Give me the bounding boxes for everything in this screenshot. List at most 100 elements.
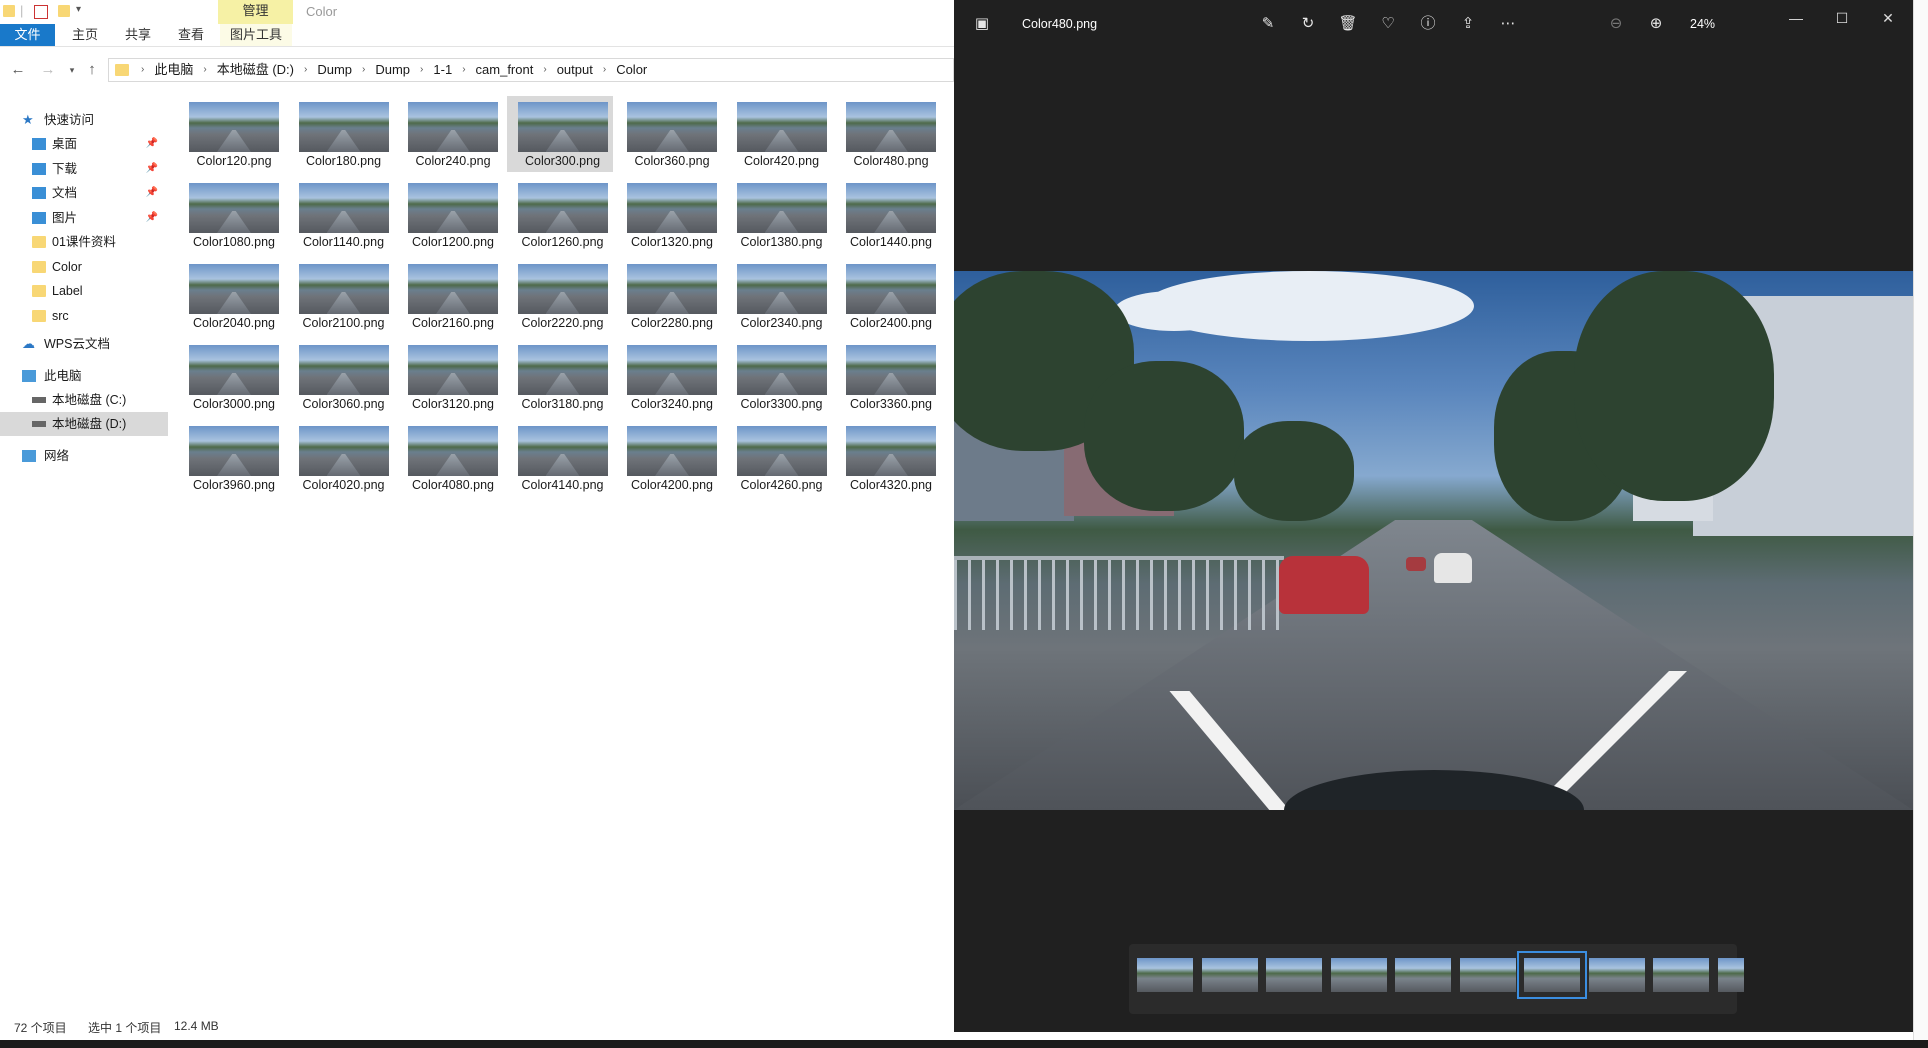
filmstrip-thumbnail[interactable] (1588, 958, 1645, 992)
file-thumbnail[interactable]: Color3180.png (507, 339, 613, 415)
tab-picture-tools[interactable]: 图片工具 (220, 24, 293, 46)
file-thumbnail[interactable]: Color1080.png (178, 177, 284, 253)
up-arrow-icon[interactable]: ↑ (82, 60, 102, 80)
nav-quick-item[interactable]: Color (0, 255, 168, 279)
zoom-in-icon[interactable]: ⊕ (1646, 14, 1666, 34)
file-thumbnail[interactable]: Color4320.png (835, 420, 941, 496)
file-thumbnail[interactable]: Color120.png (178, 96, 284, 172)
file-thumbnail[interactable]: Color4260.png (726, 420, 832, 496)
nav-quick-item[interactable]: 01课件资料 (0, 230, 168, 254)
tab-view[interactable]: 查看 (178, 24, 204, 46)
file-thumbnail[interactable]: Color3060.png (288, 339, 394, 415)
image-icon[interactable]: ▣ (972, 14, 992, 34)
file-thumbnail[interactable]: Color2280.png (616, 258, 722, 334)
breadcrumb-item[interactable]: Dump (311, 59, 358, 81)
recent-chevron-icon[interactable]: ▾ (62, 60, 82, 80)
file-thumbnail[interactable]: Color3000.png (178, 339, 284, 415)
breadcrumb-item[interactable]: Color (610, 59, 653, 81)
info-icon[interactable]: ⓘ (1418, 14, 1438, 34)
nav-drive-d[interactable]: 本地磁盘 (D:) (0, 412, 168, 436)
edit-icon[interactable]: ✎ (1258, 14, 1278, 34)
pin-icon[interactable]: 📌 (146, 206, 158, 230)
breadcrumb-separator-icon[interactable]: › (416, 59, 427, 81)
file-thumbnail[interactable]: Color420.png (726, 96, 832, 172)
minimize-button[interactable]: — (1784, 8, 1808, 28)
address-bar[interactable]: › 此电脑 › 本地磁盘 (D:) › Dump › Dump › 1-1 › cam_front › o… (108, 58, 954, 82)
rotate-icon[interactable]: ↻ (1298, 14, 1318, 34)
back-arrow-icon[interactable]: ← (8, 60, 28, 80)
breadcrumb-separator-icon[interactable]: › (539, 59, 550, 81)
tab-manage[interactable]: 管理 (218, 0, 293, 24)
breadcrumb-separator-icon[interactable]: › (137, 59, 148, 81)
file-thumbnail[interactable]: Color300.png (506, 96, 613, 172)
file-thumbnail[interactable]: Color3960.png (178, 420, 284, 496)
file-thumbnail[interactable]: Color3240.png (616, 339, 722, 415)
file-thumbnail[interactable]: Color4140.png (507, 420, 613, 496)
nav-quick-item[interactable]: 下载 📌 (0, 157, 168, 181)
favorite-icon[interactable]: ♡ (1378, 14, 1398, 34)
delete-icon[interactable]: 🗑 (1338, 14, 1358, 34)
close-button[interactable]: ✕ (1876, 8, 1900, 28)
file-thumbnail[interactable]: Color2100.png (288, 258, 394, 334)
filmstrip-thumbnail[interactable] (1717, 958, 1744, 992)
file-thumbnail[interactable]: Color3120.png (397, 339, 503, 415)
file-thumbnail[interactable]: Color4200.png (616, 420, 722, 496)
tab-file[interactable]: 文件 (0, 24, 55, 46)
file-thumbnail[interactable]: Color4080.png (397, 420, 503, 496)
filmstrip-thumbnail[interactable] (1330, 958, 1387, 992)
file-thumbnail[interactable]: Color2220.png (507, 258, 613, 334)
share-icon[interactable]: ⇪ (1458, 14, 1478, 34)
file-thumbnail[interactable]: Color180.png (288, 96, 394, 172)
file-thumbnail[interactable]: Color360.png (616, 96, 722, 172)
pin-icon[interactable]: 📌 (146, 132, 158, 156)
pin-icon[interactable]: 📌 (146, 181, 158, 205)
filmstrip-thumbnail[interactable] (1137, 958, 1193, 992)
zoom-out-icon[interactable]: ⊖ (1606, 14, 1626, 34)
file-thumbnail[interactable]: Color2340.png (726, 258, 832, 334)
new-folder-icon[interactable] (58, 5, 70, 17)
zoom-level[interactable]: 24% (1690, 17, 1715, 31)
file-thumbnail[interactable]: Color1380.png (726, 177, 832, 253)
properties-icon[interactable] (34, 5, 48, 19)
nav-this-pc[interactable]: 此电脑 (0, 364, 168, 388)
nav-quick-item[interactable]: 图片 📌 (0, 206, 168, 230)
filmstrip-thumbnail[interactable] (1517, 951, 1587, 999)
breadcrumb-separator-icon[interactable]: › (458, 59, 469, 81)
file-thumbnail[interactable]: Color2400.png (835, 258, 941, 334)
file-thumbnail[interactable]: Color1260.png (507, 177, 613, 253)
nav-quick-item[interactable]: 桌面 📌 (0, 132, 168, 156)
nav-quick-item[interactable]: 文档 📌 (0, 181, 168, 205)
nav-wps-cloud[interactable]: ☁ WPS云文档 (0, 332, 168, 356)
breadcrumb-item[interactable]: output (551, 59, 599, 81)
filmstrip-thumbnail[interactable] (1395, 958, 1451, 992)
nav-network[interactable]: 网络 (0, 444, 168, 468)
breadcrumb-separator-icon[interactable]: › (199, 59, 210, 81)
tab-share[interactable]: 共享 (125, 24, 151, 46)
nav-drive-c[interactable]: 本地磁盘 (C:) (0, 388, 168, 412)
file-thumbnail[interactable]: Color480.png (835, 96, 941, 172)
filmstrip-thumbnail[interactable] (1653, 958, 1709, 992)
breadcrumb-item[interactable]: Dump (369, 59, 416, 81)
tab-home[interactable]: 主页 (72, 24, 98, 46)
file-thumbnail[interactable]: Color240.png (397, 96, 503, 172)
file-thumbnail[interactable]: Color1200.png (397, 177, 503, 253)
breadcrumb-separator-icon[interactable]: › (358, 59, 369, 81)
maximize-button[interactable]: ☐ (1830, 8, 1854, 28)
filmstrip-thumbnail[interactable] (1459, 958, 1516, 992)
file-thumbnail[interactable]: Color1440.png (835, 177, 941, 253)
pin-icon[interactable]: 📌 (146, 157, 158, 181)
nav-quick-item[interactable]: src (0, 304, 168, 328)
filmstrip-thumbnail[interactable] (1266, 958, 1322, 992)
file-thumbnail[interactable]: Color4020.png (288, 420, 394, 496)
file-thumbnail[interactable]: Color1320.png (616, 177, 722, 253)
breadcrumb-separator-icon[interactable]: › (599, 59, 610, 81)
nav-quick-access[interactable]: ★ 快速访问 (0, 108, 168, 132)
breadcrumb-item[interactable]: 此电脑 (148, 59, 199, 81)
filmstrip-thumbnail[interactable] (1201, 958, 1258, 992)
folder-icon[interactable] (3, 5, 15, 17)
breadcrumb-item[interactable]: 1-1 (427, 59, 458, 81)
customize-qat-chevron-icon[interactable]: ▾ (76, 4, 81, 15)
forward-arrow-icon[interactable]: → (38, 60, 58, 80)
breadcrumb-item[interactable]: 本地磁盘 (D:) (211, 59, 300, 81)
file-thumbnail[interactable]: Color2160.png (397, 258, 503, 334)
